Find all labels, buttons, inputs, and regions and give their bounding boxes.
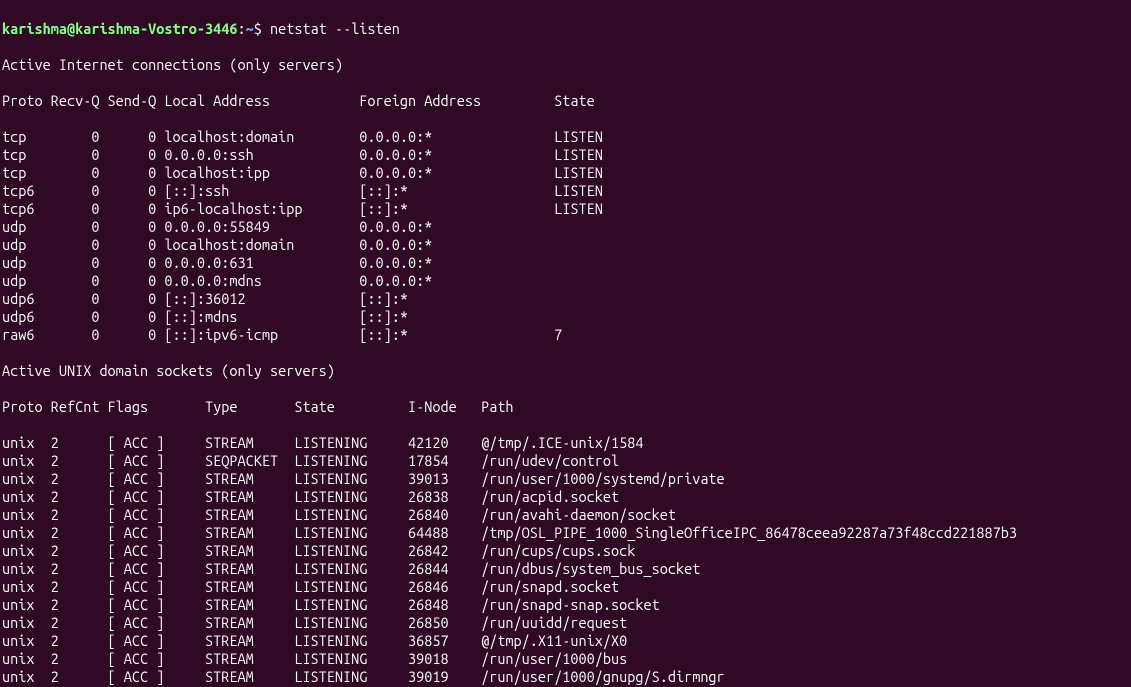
inet-row: tcp 0 0 localhost:ipp 0.0.0.0:* LISTEN (2, 164, 1129, 182)
inet-columns: Proto Recv-Q Send-Q Local Address Foreig… (2, 92, 1129, 110)
inet-row: udp 0 0 0.0.0.0:mdns 0.0.0.0:* (2, 272, 1129, 290)
unix-row: unix 2 [ ACC ] STREAM LISTENING 26842 /r… (2, 542, 1129, 560)
command-text: netstat --listen (270, 20, 400, 37)
prompt-line: karishma@karishma-Vostro-3446:~$ netstat… (2, 20, 1129, 38)
section-header-inet: Active Internet connections (only server… (2, 56, 1129, 74)
inet-row: udp6 0 0 [::]:mdns [::]:* (2, 308, 1129, 326)
inet-row: raw6 0 0 [::]:ipv6-icmp [::]:* 7 (2, 326, 1129, 344)
section-header-unix: Active UNIX domain sockets (only servers… (2, 362, 1129, 380)
unix-row: unix 2 [ ACC ] STREAM LISTENING 26838 /r… (2, 488, 1129, 506)
inet-row: tcp 0 0 0.0.0.0:ssh 0.0.0.0:* LISTEN (2, 146, 1129, 164)
unix-columns: Proto RefCnt Flags Type State I-Node Pat… (2, 398, 1129, 416)
prompt-path: ~ (246, 20, 254, 37)
inet-row: tcp6 0 0 [::]:ssh [::]:* LISTEN (2, 182, 1129, 200)
unix-row: unix 2 [ ACC ] STREAM LISTENING 26844 /r… (2, 560, 1129, 578)
inet-row: udp 0 0 localhost:domain 0.0.0.0:* (2, 236, 1129, 254)
unix-row: unix 2 [ ACC ] STREAM LISTENING 26840 /r… (2, 506, 1129, 524)
inet-row: udp 0 0 0.0.0.0:55849 0.0.0.0:* (2, 218, 1129, 236)
terminal-output[interactable]: karishma@karishma-Vostro-3446:~$ netstat… (0, 0, 1131, 687)
unix-row: unix 2 [ ACC ] SEQPACKET LISTENING 17854… (2, 452, 1129, 470)
unix-row: unix 2 [ ACC ] STREAM LISTENING 39019 /r… (2, 668, 1129, 686)
unix-row: unix 2 [ ACC ] STREAM LISTENING 64488 /t… (2, 524, 1129, 542)
unix-row: unix 2 [ ACC ] STREAM LISTENING 36857 @/… (2, 632, 1129, 650)
unix-row: unix 2 [ ACC ] STREAM LISTENING 26850 /r… (2, 614, 1129, 632)
inet-row: tcp 0 0 localhost:domain 0.0.0.0:* LISTE… (2, 128, 1129, 146)
unix-row: unix 2 [ ACC ] STREAM LISTENING 39013 /r… (2, 470, 1129, 488)
prompt-dollar: $ (254, 20, 270, 37)
prompt-user-host: karishma@karishma-Vostro-3446 (2, 20, 237, 37)
unix-row: unix 2 [ ACC ] STREAM LISTENING 39018 /r… (2, 650, 1129, 668)
unix-row: unix 2 [ ACC ] STREAM LISTENING 42120 @/… (2, 434, 1129, 452)
inet-row: udp6 0 0 [::]:36012 [::]:* (2, 290, 1129, 308)
prompt-colon: : (237, 20, 245, 37)
unix-row: unix 2 [ ACC ] STREAM LISTENING 26848 /r… (2, 596, 1129, 614)
unix-row: unix 2 [ ACC ] STREAM LISTENING 26846 /r… (2, 578, 1129, 596)
inet-row: tcp6 0 0 ip6-localhost:ipp [::]:* LISTEN (2, 200, 1129, 218)
inet-row: udp 0 0 0.0.0.0:631 0.0.0.0:* (2, 254, 1129, 272)
